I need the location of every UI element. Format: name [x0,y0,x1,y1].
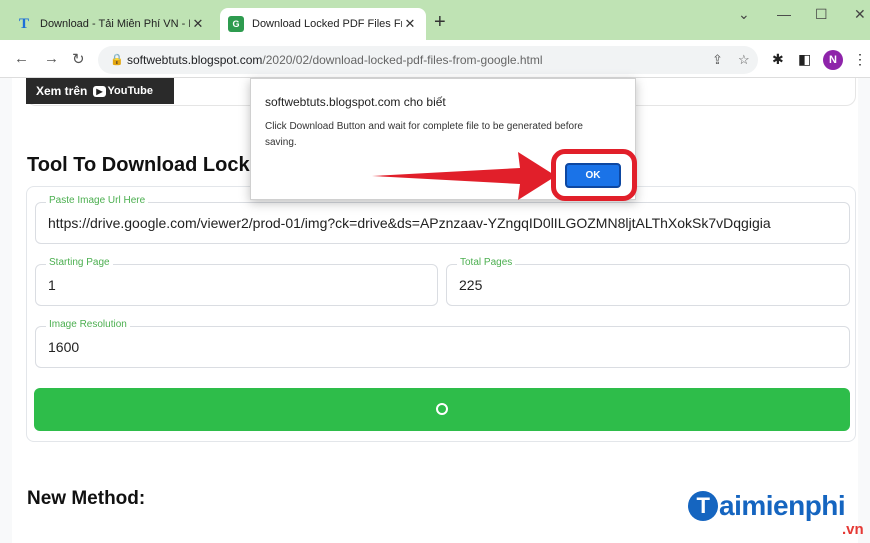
image-url-label: Paste Image Url Here [46,195,149,206]
download-button[interactable] [34,388,850,431]
forward-arrow-icon[interactable]: → [44,50,59,67]
new-method-heading: New Method: [27,488,146,509]
reload-icon[interactable]: ↻ [72,50,85,68]
youtube-play-icon: ▶ [93,85,106,97]
taimienphi-logo: Taimienphi [688,490,846,522]
total-pages-value: 225 [459,277,483,293]
tab-download-locked-pdf[interactable]: G Download Locked PDF Files From ✕ [220,8,426,40]
image-resolution-label: Image Resolution [46,319,130,330]
share-icon[interactable]: ⇪ [712,52,723,68]
image-resolution-value: 1600 [48,339,80,355]
lock-icon[interactable]: 🔒 [110,53,124,66]
tab-download-taimienphi[interactable]: T Download - Tải Miễn Phí VN - Ph ✕ [8,8,214,40]
close-window-button[interactable]: ✕ [854,6,866,23]
logo-text: aimienphi [719,490,846,521]
starting-page-input[interactable]: Starting Page 1 [35,257,438,306]
tab-search-chevron-icon[interactable]: ⌄ [738,6,750,23]
youtube-wordmark: YouTube [107,85,153,97]
total-pages-input[interactable]: Total Pages 225 [446,257,850,306]
tab-title: Download Locked PDF Files From [252,18,402,30]
loading-spinner-icon [436,403,448,415]
starting-page-label: Starting Page [46,257,113,268]
image-url-value: https://drive.google.com/viewer2/prod-01… [48,215,771,231]
new-tab-button[interactable]: + [434,12,446,32]
page-heading: Tool To Download Lock [27,154,250,176]
total-pages-label: Total Pages [457,257,516,268]
watch-on-youtube-button[interactable]: Xem trên ▶ YouTube [26,78,174,104]
close-tab-icon[interactable]: ✕ [402,16,418,32]
softwebtuts-favicon-icon: G [228,16,244,32]
back-arrow-icon[interactable]: ← [14,50,29,67]
dialog-message: Click Download Button and wait for compl… [265,121,583,148]
image-url-input[interactable]: Paste Image Url Here https://drive.googl… [35,195,850,244]
dialog-origin: softwebtuts.blogspot.com cho biết [265,95,446,109]
logo-suffix: .vn [842,521,864,538]
minimize-button[interactable]: — [777,6,791,22]
tab-strip: T Download - Tải Miễn Phí VN - Ph ✕ G Do… [0,0,870,40]
taimienphi-favicon-icon: T [18,15,29,32]
ok-button[interactable]: OK [565,163,621,188]
youtube-button-label: Xem trên [36,84,88,98]
side-panel-icon[interactable]: ◧ [798,51,811,68]
extensions-puzzle-icon[interactable]: ✱ [772,51,784,68]
starting-page-value: 1 [48,277,56,293]
tab-title: Download - Tải Miễn Phí VN - Ph [40,18,190,30]
profile-avatar[interactable]: N [823,50,843,70]
image-resolution-input[interactable]: Image Resolution 1600 [35,319,850,368]
more-menu-icon[interactable]: ⋮ [853,51,867,68]
logo-letter: T [688,491,718,521]
bookmark-star-icon[interactable]: ☆ [738,52,750,68]
maximize-button[interactable]: ☐ [815,6,828,23]
address-url[interactable]: softwebtuts.blogspot.com/2020/02/downloa… [127,53,543,67]
close-tab-icon[interactable]: ✕ [190,16,206,32]
